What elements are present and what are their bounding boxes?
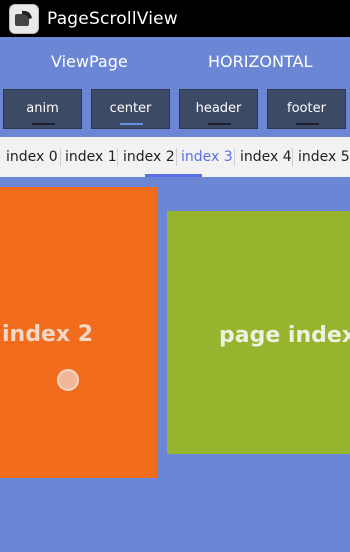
view-mode-label[interactable]: ViewPage — [51, 52, 128, 71]
tab-index-1[interactable]: index 1 — [65, 137, 117, 177]
tab-divider — [60, 148, 61, 166]
footer-button-label: footer — [287, 101, 326, 116]
tab-index-0[interactable]: index 0 — [6, 137, 58, 177]
tab-divider — [234, 148, 235, 166]
center-button-label: center — [109, 101, 152, 116]
tab-divider — [176, 148, 177, 166]
title-bar: PageScrollView — [0, 0, 350, 37]
tab-index-5[interactable]: index 5 — [298, 137, 350, 177]
page-label-index-2: index 2 — [2, 322, 94, 347]
header-button-label: header — [195, 101, 242, 116]
header-indicator — [208, 123, 231, 125]
tab-index-2[interactable]: index 2 — [123, 137, 175, 177]
active-tab-indicator — [145, 174, 202, 177]
page-card-index-2[interactable]: index 2 — [0, 187, 157, 478]
anim-button[interactable]: anim — [3, 89, 82, 129]
tab-divider — [117, 148, 118, 166]
tab-divider — [292, 148, 293, 166]
tab-index-3[interactable]: index 3 — [181, 137, 233, 177]
page-card-index-3[interactable]: page index 3 — [167, 211, 350, 454]
mode-row: ViewPage HORIZONTAL — [0, 37, 350, 85]
touch-indicator — [57, 369, 79, 391]
footer-indicator — [296, 123, 319, 125]
index-tab-strip: index 0 index 1 index 2 index 3 index 4 … — [0, 137, 350, 177]
center-indicator — [120, 123, 143, 125]
footer-button[interactable]: footer — [267, 89, 346, 129]
orientation-label[interactable]: HORIZONTAL — [208, 52, 312, 71]
anim-indicator — [32, 123, 55, 125]
center-button[interactable]: center — [91, 89, 170, 129]
option-buttons: anim center header footer — [0, 89, 350, 129]
tab-index-4[interactable]: index 4 — [240, 137, 292, 177]
page-label-index-3: page index 3 — [219, 323, 350, 348]
anim-button-label: anim — [26, 101, 59, 116]
app-title: PageScrollView — [47, 8, 178, 29]
app-icon — [9, 3, 39, 34]
header-button[interactable]: header — [179, 89, 258, 129]
